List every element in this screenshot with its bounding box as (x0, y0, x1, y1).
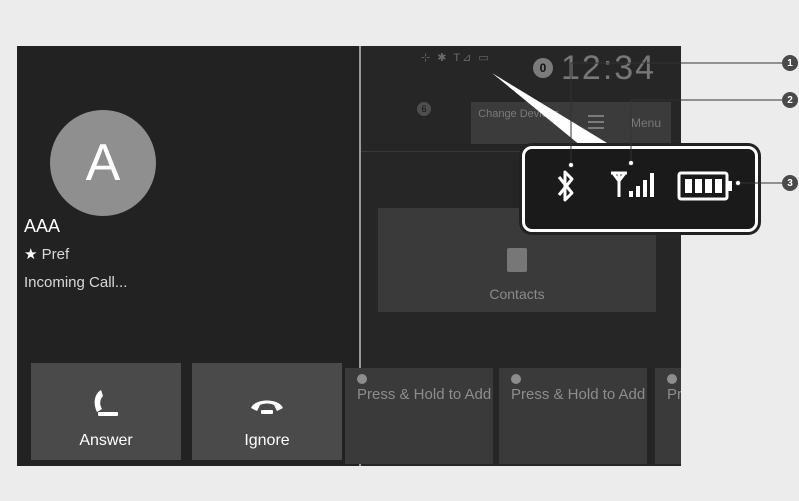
callout-leader-lines (568, 62, 782, 186)
callout-number: 3 (782, 175, 798, 191)
callout-number: 1 (782, 55, 798, 71)
callout-number: 2 (782, 92, 798, 108)
